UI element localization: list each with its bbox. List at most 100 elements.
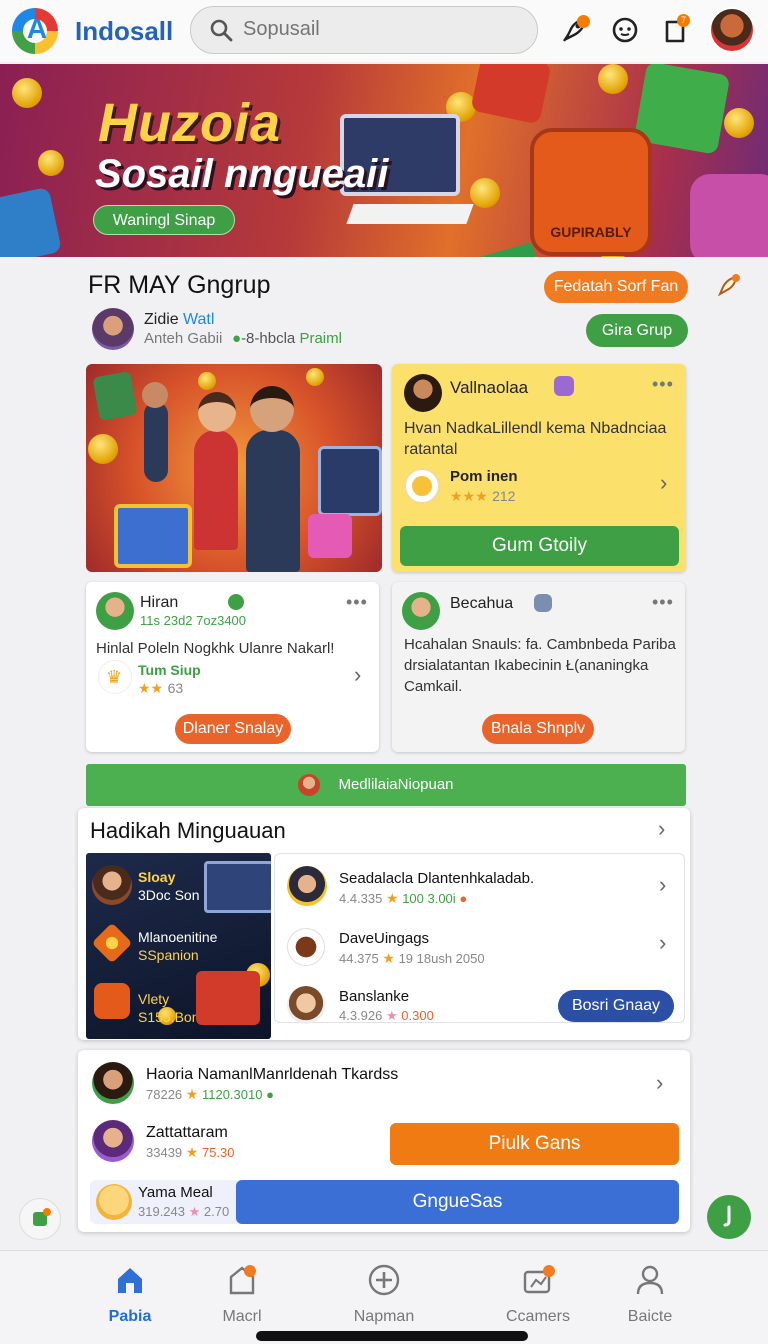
points-value: Praiml xyxy=(299,330,342,347)
feature-button[interactable]: Fedatah Sorf Fan xyxy=(544,271,688,303)
post-author[interactable]: Becahua xyxy=(450,595,513,613)
item-meta: 44.375 ★ 19 18ush 2050 xyxy=(339,950,485,966)
points-prefix: -8-hbcla xyxy=(241,330,296,347)
clock-button[interactable] xyxy=(608,13,642,47)
green-banner-strip[interactable]: MedlilaiaNiopuan xyxy=(86,764,686,806)
member-handle[interactable]: Watl xyxy=(183,311,214,329)
rating: ★★★ 212 xyxy=(450,488,515,506)
banner-cta-button[interactable]: Waningl Sinap xyxy=(93,205,235,235)
list-item[interactable]: Seadalacla Dlantenhkaladab. 4.4.335 ★ 10… xyxy=(275,854,685,914)
item-name: Seadalacla Dlantenhkaladab. xyxy=(339,870,535,887)
chevron-right-icon[interactable]: › xyxy=(659,930,666,956)
item-avatar xyxy=(92,1062,134,1104)
screen-icon xyxy=(318,446,382,516)
profile-avatar[interactable] xyxy=(709,7,755,53)
chevron-right-icon[interactable]: › xyxy=(354,662,361,688)
chevron-right-icon[interactable]: › xyxy=(659,872,666,898)
promo-image[interactable] xyxy=(86,364,382,572)
list-item[interactable]: Yama Meal 319.243 ★ 2.70 xyxy=(90,1180,240,1224)
rating-count: 63 xyxy=(167,680,184,696)
more-options-icon[interactable]: ••• xyxy=(652,592,674,613)
meta-a: 78226 xyxy=(146,1087,183,1102)
chevron-right-icon[interactable]: › xyxy=(658,816,665,842)
meta-b: 1120.3010 xyxy=(201,1087,263,1102)
post-author[interactable]: Vallnaolaa xyxy=(450,378,528,398)
more-options-icon[interactable]: ••• xyxy=(652,374,674,395)
meta-a: 319.243 xyxy=(138,1204,185,1219)
floating-call-button[interactable] xyxy=(707,1195,751,1239)
member-points: ●-8-hbcla Praiml xyxy=(232,330,342,347)
coin-icon xyxy=(198,372,216,390)
rocket-notification-button[interactable] xyxy=(558,13,592,47)
banner-title: Huzoia xyxy=(98,93,282,153)
post-card[interactable]: Hiran 11s 23d2 7oz3400 ••• Hinlal Poleln… xyxy=(86,582,379,752)
join-group-button[interactable]: Gira Grup xyxy=(586,314,688,347)
promo-banner[interactable]: GUPIRABLY Huzoia Sosail nngueaii Waningl… xyxy=(0,64,768,257)
sub-item-name: Tum Siup xyxy=(138,662,201,678)
nav-profile[interactable]: Baicte xyxy=(590,1263,710,1326)
post-cta-button[interactable]: Dlaner Snalay xyxy=(175,714,291,744)
nav-home[interactable]: Pabia xyxy=(70,1263,190,1326)
nav-label: Macrl xyxy=(222,1308,262,1325)
coin-icon xyxy=(88,434,118,464)
nav-create[interactable]: Napman xyxy=(324,1263,444,1326)
gift-box-icon xyxy=(470,64,552,125)
post-cta-button[interactable]: Gum Gtoily xyxy=(400,526,679,566)
primary-blue-button[interactable]: GngueSas xyxy=(236,1180,679,1224)
item-meta: 33439 ★ 75.30 xyxy=(146,1144,235,1160)
section-title[interactable]: Hadikah Minguauan xyxy=(90,818,286,844)
chevron-right-icon[interactable]: › xyxy=(656,1070,663,1096)
search-input[interactable] xyxy=(243,7,523,52)
member-meta: Anteh Gabii xyxy=(144,330,223,347)
board-icon xyxy=(204,861,271,913)
meta-b: 75.30 xyxy=(201,1145,235,1160)
messages-button[interactable]: 7 xyxy=(660,13,694,47)
publish-button[interactable]: Piulk Gans xyxy=(390,1123,679,1165)
item-name: Vlety xyxy=(138,991,170,1007)
post-cta-button[interactable]: Bnala Shnplv xyxy=(482,714,594,744)
boost-button[interactable]: Bosri Gnaay xyxy=(558,990,674,1022)
rating-count: 212 xyxy=(492,488,516,504)
item-avatar xyxy=(287,866,327,906)
smiley-icon xyxy=(96,1184,132,1220)
item-meta: 78226 ★ 1120.3010 ● xyxy=(146,1086,274,1102)
chat-badge xyxy=(43,1208,51,1216)
floating-chat-button[interactable] xyxy=(19,1198,61,1240)
badge-icon xyxy=(534,594,552,612)
post-text: Hinlal Poleln Nogkhk Ulanre Nakarl! xyxy=(96,640,335,657)
author-avatar[interactable] xyxy=(96,592,134,630)
badge-icon xyxy=(554,376,574,396)
strip-label: MedlilaiaNiopuan xyxy=(338,776,454,793)
chevron-right-icon[interactable]: › xyxy=(660,470,667,496)
nav-camera[interactable]: Ccamers xyxy=(478,1263,598,1326)
profile-icon xyxy=(636,1265,664,1295)
nav-shop[interactable]: Macrl xyxy=(182,1263,302,1326)
crown-avatar: ♛ xyxy=(98,660,132,694)
author-avatar[interactable] xyxy=(402,592,440,630)
meta-b: 100 3.00i xyxy=(402,891,456,906)
member-avatar[interactable] xyxy=(92,308,134,350)
person-figure xyxy=(144,402,168,482)
rocket-icon[interactable] xyxy=(714,272,742,300)
meta-b: 19 18ush 2050 xyxy=(398,951,485,966)
item-avatar xyxy=(92,1120,134,1162)
list-item[interactable]: Haoria NamanlManrldenah Tkardss 78226 ★ … xyxy=(90,1060,680,1110)
featured-panel[interactable]: Sloay 3Doc Son Mlanoenitine SSpanion Vle… xyxy=(86,853,271,1039)
top-app-bar: A Indosall 7 xyxy=(0,0,768,62)
author-avatar[interactable] xyxy=(404,374,442,412)
home-indicator[interactable] xyxy=(256,1331,528,1341)
crown-icon: ♛ xyxy=(106,667,123,687)
gift-box-icon xyxy=(690,174,768,257)
item-avatar xyxy=(287,928,325,966)
post-card[interactable]: Becahua ••• Hcahalan Snauls: fa. Cambnbe… xyxy=(392,582,685,752)
list-item[interactable]: Zattattaram 33439 ★ 75.30 xyxy=(90,1118,380,1168)
meta-b: 0.300 xyxy=(401,1008,434,1023)
more-options-icon[interactable]: ••• xyxy=(346,592,368,613)
meta-a: 33439 xyxy=(146,1145,183,1160)
search-bar[interactable] xyxy=(190,6,538,54)
star-badge-icon xyxy=(91,922,133,964)
post-author[interactable]: Hiran xyxy=(140,594,178,612)
list-item[interactable]: DaveUingags 44.375 ★ 19 18ush 2050 › xyxy=(275,914,685,972)
person-head xyxy=(142,382,168,408)
gift-box-icon xyxy=(473,242,539,257)
